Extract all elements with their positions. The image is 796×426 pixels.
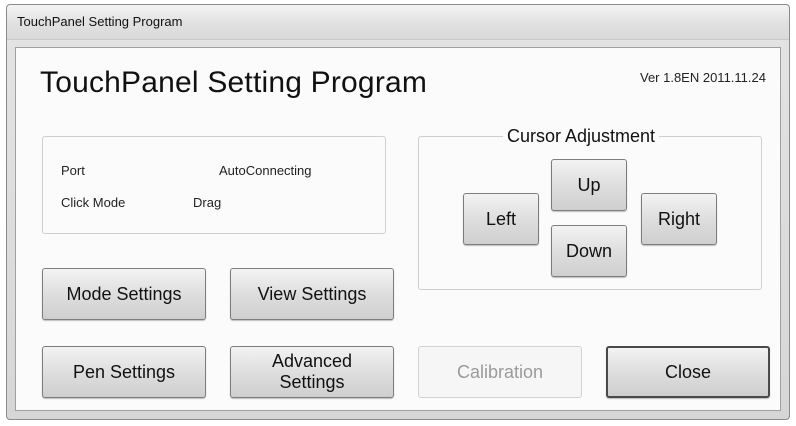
client-area: TouchPanel Setting Program Ver 1.8EN 201… (15, 47, 781, 411)
cursor-down-button[interactable]: Down (551, 225, 627, 277)
advanced-settings-label-line1: Advanced (271, 351, 353, 371)
advanced-settings-label-line2: Settings (279, 372, 345, 392)
view-settings-button[interactable]: View Settings (230, 268, 394, 320)
pen-settings-button[interactable]: Pen Settings (42, 346, 206, 398)
cursor-up-button[interactable]: Up (551, 159, 627, 211)
mode-settings-button[interactable]: Mode Settings (42, 268, 206, 320)
version-label: Ver 1.8EN 2011.11.24 (639, 70, 766, 85)
close-button[interactable]: Close (606, 346, 770, 398)
advanced-settings-button[interactable]: Advanced Settings (230, 346, 394, 398)
cursor-adjustment-group: Cursor Adjustment Up Left Right Down (418, 126, 762, 290)
calibration-button[interactable]: Calibration (418, 346, 582, 398)
cursor-adjustment-title: Cursor Adjustment (503, 126, 660, 147)
click-mode-label: Click Mode (61, 195, 126, 210)
cursor-right-button[interactable]: Right (641, 193, 717, 245)
port-label: Port (61, 163, 85, 178)
title-bar[interactable]: TouchPanel Setting Program (7, 5, 789, 40)
window-title: TouchPanel Setting Program (17, 14, 183, 29)
port-value: AutoConnecting (219, 163, 312, 178)
app-window: TouchPanel Setting Program TouchPanel Se… (6, 4, 790, 420)
click-mode-value: Drag (193, 195, 222, 210)
cursor-left-button[interactable]: Left (463, 193, 539, 245)
status-panel: Port AutoConnecting Click Mode Drag (42, 136, 386, 234)
page-title: TouchPanel Setting Program (40, 66, 428, 99)
